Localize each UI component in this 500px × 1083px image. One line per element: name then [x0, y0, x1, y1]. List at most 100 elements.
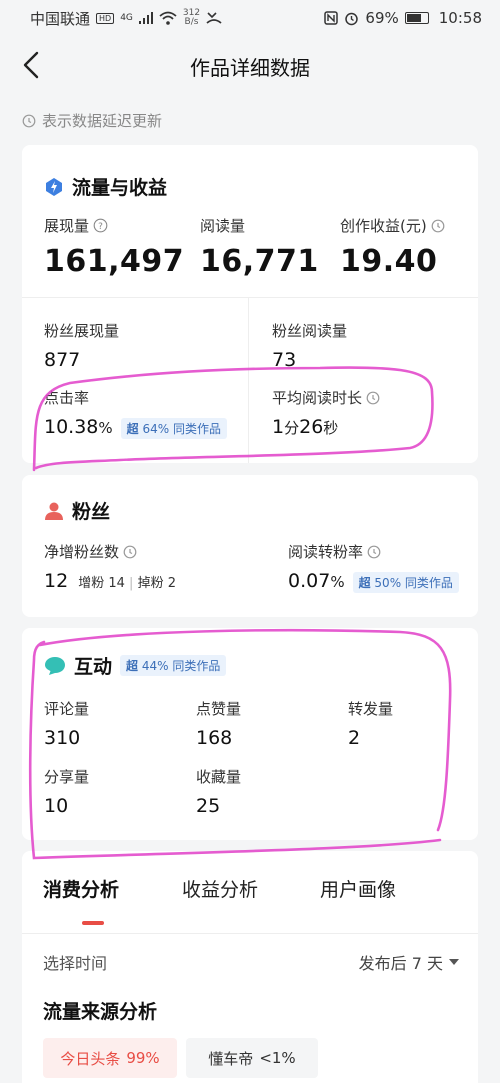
fan-impressions-stat[interactable]: 粉丝展现量 877 [44, 320, 119, 371]
alarm-icon [345, 12, 359, 25]
fan-reads-stat[interactable]: 粉丝阅读量 73 [272, 320, 347, 371]
delay-clock-icon [431, 219, 445, 232]
shares-label: 分享量 [44, 768, 90, 786]
conv-badge-pct: 50% [374, 576, 402, 590]
shares-stat[interactable]: 分享量 10 [44, 766, 89, 817]
avg-read-min: 1 [272, 416, 285, 438]
avg-read-stat[interactable]: 平均阅读时长 1分26秒 [272, 387, 380, 438]
earnings-stat[interactable]: 创作收益(元) 19.40 [340, 215, 445, 279]
avg-read-sec-unit: 秒 [323, 419, 339, 437]
signal-gen-label: 4G [120, 13, 133, 23]
status-left: 中国联通 HD 4G 312 B/s [30, 8, 324, 29]
impressions-stat[interactable]: 展现量 ? 161,497 [44, 215, 184, 279]
svg-text:?: ? [98, 222, 103, 232]
avg-read-label-row: 平均阅读时长 [272, 387, 380, 408]
tab-consumption[interactable]: 消费分析 [43, 875, 119, 902]
time-select-dropdown[interactable]: 发布后 7 天 [359, 950, 459, 974]
source-chip[interactable]: 懂车帝 <1% [186, 1038, 318, 1078]
traffic-card-header: 流量与收益 [44, 173, 167, 200]
cell-signal-icon [138, 12, 153, 24]
read-to-fan-label-row: 阅读转粉率 [288, 541, 459, 562]
tab-user-profile[interactable]: 用户画像 [320, 875, 396, 902]
fans-card-header: 粉丝 [44, 497, 110, 524]
read-to-fan-peer-badge: 超 50% 同类作品 [352, 572, 459, 593]
likes-stat[interactable]: 点赞量 168 [196, 698, 241, 749]
fans-card: 粉丝 净增粉丝数 12 增粉 14 | 掉粉 2 阅读转粉率 0.07% 超 5… [22, 475, 478, 617]
ctr-value-group: 10.38% [44, 416, 113, 438]
reads-value: 16,771 [200, 244, 319, 279]
forwards-value: 2 [348, 727, 361, 749]
interaction-card-title: 互动 [74, 656, 113, 678]
carrier-label: 中国联通 [30, 9, 91, 28]
divider [248, 297, 249, 463]
source-title: 流量来源分析 [43, 1001, 158, 1023]
net-fans-row: 12 增粉 14 | 掉粉 2 [44, 570, 176, 592]
time-select-value: 发布后 7 天 [358, 954, 443, 973]
source-chip-name: 今日头条 [60, 1049, 121, 1068]
shares-value: 10 [44, 795, 69, 817]
impressions-value: 161,497 [44, 244, 185, 279]
ctr-badge-prefix: 超 [126, 422, 139, 436]
divider: | [129, 576, 134, 591]
fan-reads-label: 粉丝阅读量 [272, 322, 348, 340]
forwards-stat[interactable]: 转发量 2 [348, 698, 393, 749]
wifi-icon [159, 11, 177, 25]
clock-time: 10:58 [438, 9, 482, 27]
source-chip[interactable]: 今日头条 99% [43, 1038, 177, 1078]
divider [22, 297, 478, 298]
read-to-fan-stat[interactable]: 阅读转粉率 0.07% 超 50% 同类作品 [288, 541, 459, 593]
interaction-card: 互动 超 44% 同类作品 评论量 310 点赞量 168 转发量 2 分享量 … [22, 628, 478, 840]
fan-reads-value: 73 [272, 349, 297, 371]
interaction-badge-suffix: 同类作品 [172, 659, 221, 673]
nfc-icon [324, 11, 339, 25]
delay-clock-icon [123, 545, 137, 558]
earnings-label: 创作收益(元) [340, 217, 427, 235]
reads-stat[interactable]: 阅读量 16,771 [200, 215, 319, 279]
likes-value: 168 [196, 727, 233, 749]
back-button[interactable] [16, 50, 46, 80]
conv-badge-suffix: 同类作品 [404, 576, 453, 590]
read-to-fan-unit: % [330, 573, 345, 591]
net-fans-stat[interactable]: 净增粉丝数 12 增粉 14 | 掉粉 2 [44, 541, 176, 592]
net-speed: 312 B/s [183, 9, 200, 27]
help-icon[interactable]: ? [93, 218, 108, 233]
avg-read-min-unit: 分 [284, 419, 300, 437]
tab-earnings[interactable]: 收益分析 [182, 875, 258, 902]
avg-read-sec: 26 [299, 416, 324, 438]
ctr-stat[interactable]: 点击率 10.38% 超 64% 同类作品 [44, 387, 228, 439]
net-fans-value: 12 [44, 570, 69, 592]
delay-note: 表示数据延迟更新 [22, 110, 162, 131]
read-to-fan-label: 阅读转粉率 [288, 543, 364, 561]
fans-breakdown: 增粉 14 | 掉粉 2 [78, 572, 176, 591]
ctr-unit: % [98, 419, 113, 437]
ctr-peer-badge: 超 64% 同类作品 [120, 418, 228, 439]
likes-label: 点赞量 [196, 700, 242, 718]
impressions-label-row: 展现量 ? [44, 215, 184, 236]
chevron-left-icon [23, 51, 39, 79]
net-speed-unit: B/s [184, 17, 199, 27]
reads-label: 阅读量 [200, 217, 246, 235]
read-to-fan-row: 0.07% 超 50% 同类作品 [288, 570, 459, 593]
interaction-peer-badge: 超 44% 同类作品 [120, 655, 227, 676]
battery-fill [406, 14, 421, 22]
source-chip-value: <1% [259, 1049, 296, 1067]
divider [22, 933, 478, 934]
battery-percent: 69% [365, 9, 399, 27]
page-title: 作品详细数据 [190, 55, 310, 80]
caret-down-icon [449, 959, 459, 965]
fans-gain-label: 增粉 [78, 576, 105, 591]
favorites-stat[interactable]: 收藏量 25 [196, 766, 241, 817]
comments-stat[interactable]: 评论量 310 [44, 698, 89, 749]
favorites-value: 25 [196, 795, 221, 817]
comments-value: 310 [44, 727, 81, 749]
chat-bubble-icon [45, 656, 65, 675]
ctr-label: 点击率 [44, 389, 90, 407]
read-to-fan-value-group: 0.07% [288, 570, 345, 592]
net-fans-label: 净增粉丝数 [44, 543, 120, 561]
fans-card-title: 粉丝 [72, 501, 111, 523]
interaction-badge-prefix: 超 [126, 659, 139, 673]
delay-clock-icon [22, 114, 36, 127]
time-select-label: 选择时间 [43, 954, 108, 973]
traffic-card-title: 流量与收益 [72, 177, 168, 199]
time-select-row[interactable]: 选择时间 发布后 7 天 [43, 950, 459, 974]
